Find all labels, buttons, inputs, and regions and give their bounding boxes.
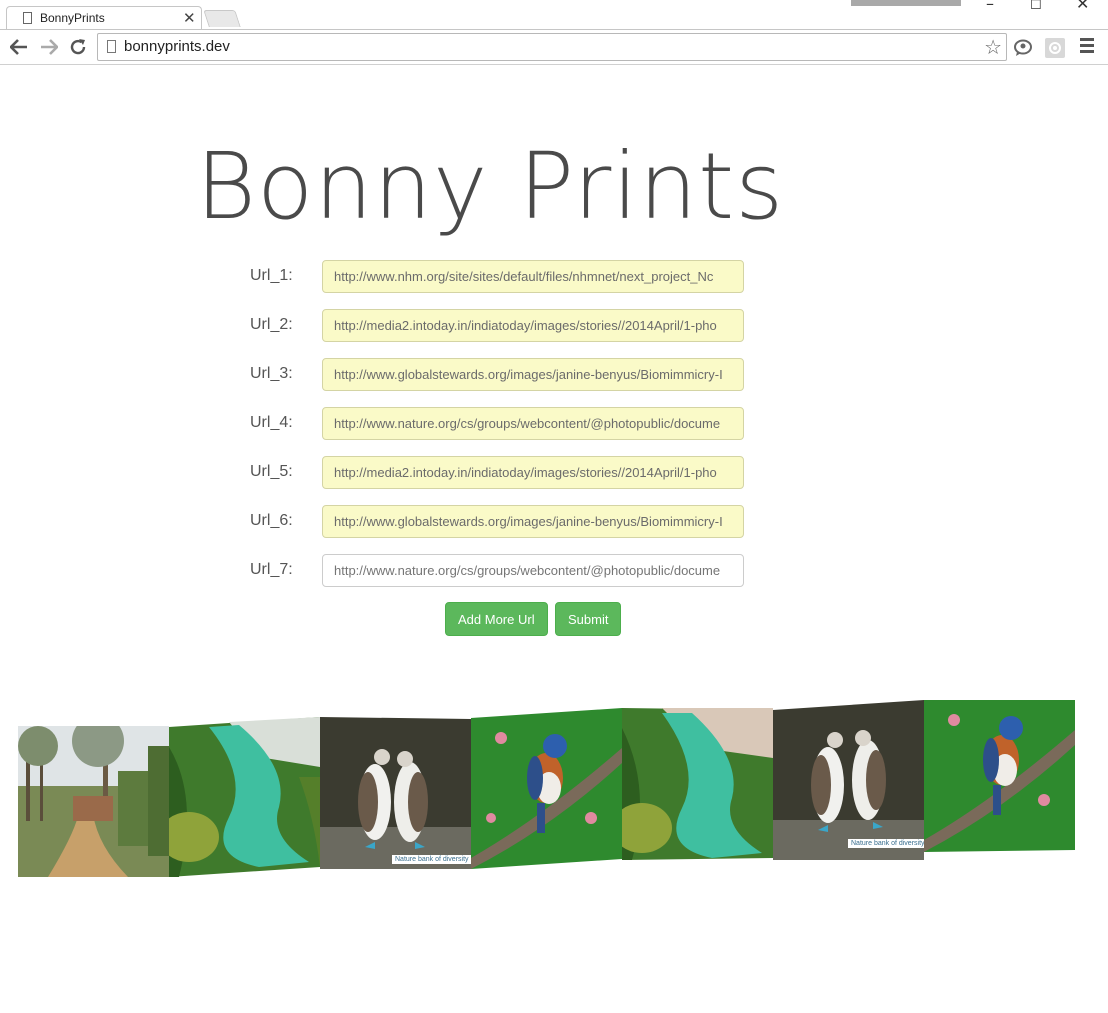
url-input-4[interactable] — [322, 407, 744, 440]
url-row-2: Url_2: — [250, 309, 750, 343]
menu-icon[interactable] — [1080, 38, 1094, 56]
browser-titlebar: BonnyPrints ✕ – ☐ ✕ — [0, 0, 1108, 30]
url-label: Url_4: — [250, 414, 293, 431]
gallery-photo-bluebird[interactable] — [471, 708, 622, 869]
page-title: Bonny Prints — [195, 133, 785, 240]
submit-button[interactable]: Submit — [555, 602, 622, 636]
url-label: Url_3: — [250, 365, 293, 382]
page-icon — [107, 40, 116, 53]
back-arrow-icon[interactable] — [10, 39, 28, 55]
url-row-6: Url_6: — [250, 505, 750, 539]
gallery-photo-park-path[interactable] — [18, 726, 169, 877]
settings-extension-icon[interactable] — [1045, 38, 1065, 58]
add-more-url-button[interactable]: Add More Url — [445, 602, 548, 636]
minimize-button[interactable]: – — [986, 0, 994, 12]
url-row-5: Url_5: — [250, 456, 750, 490]
url-row-3: Url_3: — [250, 358, 750, 392]
browser-toolbar: bonnyprints.dev ☆ — [0, 29, 1108, 65]
address-text[interactable]: bonnyprints.dev — [124, 38, 230, 55]
gallery-photo-river-gorge[interactable] — [622, 708, 773, 860]
url-label: Url_2: — [250, 316, 293, 333]
extension-icon[interactable] — [1013, 38, 1033, 58]
photo-caption: Nature bank of diversity — [392, 855, 472, 864]
url-row-1: Url_1: — [250, 260, 750, 294]
tab-close-icon[interactable]: ✕ — [183, 9, 196, 27]
url-label: Url_1: — [250, 267, 293, 284]
profile-button[interactable] — [851, 0, 961, 6]
url-label: Url_5: — [250, 463, 293, 480]
url-input-6[interactable] — [322, 505, 744, 538]
close-window-button[interactable]: ✕ — [1076, 0, 1089, 12]
reload-icon[interactable] — [69, 38, 87, 56]
gallery-photo-blue-footed-boobies[interactable] — [320, 717, 471, 869]
maximize-button[interactable]: ☐ — [1030, 0, 1042, 14]
url-row-7: Url_7: — [250, 554, 750, 588]
url-row-4: Url_4: — [250, 407, 750, 441]
forward-arrow-icon[interactable] — [40, 39, 58, 55]
gallery-photo-blue-footed-boobies[interactable] — [773, 700, 924, 860]
url-label: Url_7: — [250, 561, 293, 578]
tab-title: BonnyPrints — [40, 11, 105, 25]
gallery-photo-river-gorge[interactable] — [169, 717, 320, 877]
url-input-7[interactable] — [322, 554, 744, 587]
url-input-1[interactable] — [322, 260, 744, 293]
gallery-photo-bluebird[interactable] — [924, 700, 1075, 852]
browser-tab[interactable]: BonnyPrints ✕ — [6, 6, 202, 30]
photo-gallery: Nature bank of diversity Nature bank of … — [18, 700, 1078, 880]
url-input-3[interactable] — [322, 358, 744, 391]
address-bar[interactable]: bonnyprints.dev ☆ — [97, 33, 1007, 61]
page-favicon-icon — [23, 12, 32, 24]
url-input-5[interactable] — [322, 456, 744, 489]
star-icon[interactable]: ☆ — [984, 35, 1002, 59]
new-tab-button[interactable] — [203, 10, 241, 27]
photo-caption: Nature bank of diversity — [848, 839, 928, 848]
url-label: Url_6: — [250, 512, 293, 529]
url-input-2[interactable] — [322, 309, 744, 342]
